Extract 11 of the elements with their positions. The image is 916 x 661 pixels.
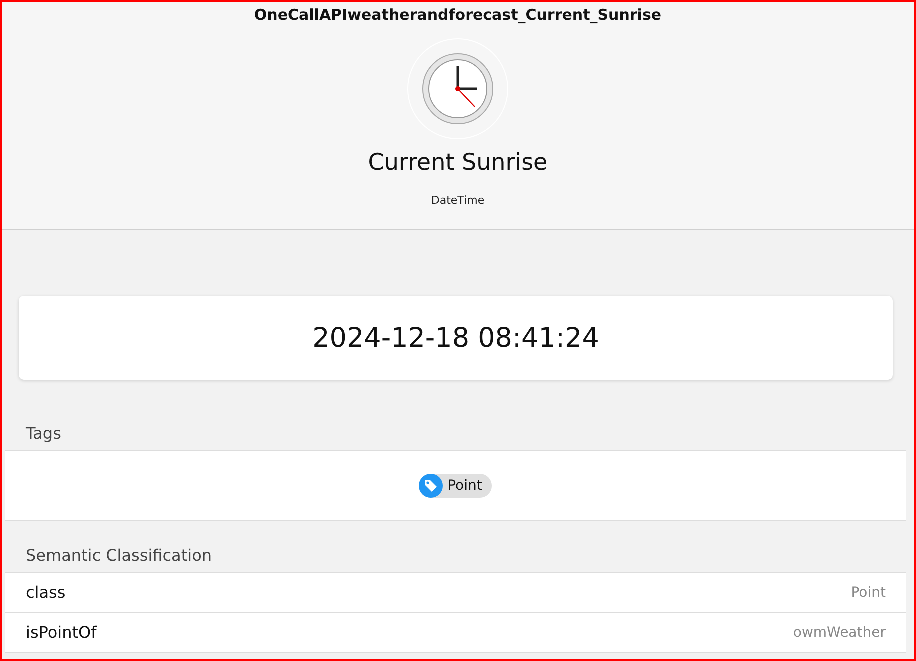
value-text: 2024-12-18 08:41:24 xyxy=(312,322,600,354)
tag-icon xyxy=(418,474,443,498)
property-value: owmWeather xyxy=(793,624,886,640)
property-key: isPointOf xyxy=(26,623,97,642)
clock-icon xyxy=(407,38,509,140)
item-name: Current Sunrise xyxy=(368,149,548,178)
property-value: Point xyxy=(851,584,886,600)
tag-chip[interactable]: Point xyxy=(418,474,492,498)
window-title: OneCallAPIweatherandforecast_Current_Sunrise xyxy=(254,5,662,26)
item-type: DateTime xyxy=(431,194,485,207)
property-key: class xyxy=(26,583,66,602)
